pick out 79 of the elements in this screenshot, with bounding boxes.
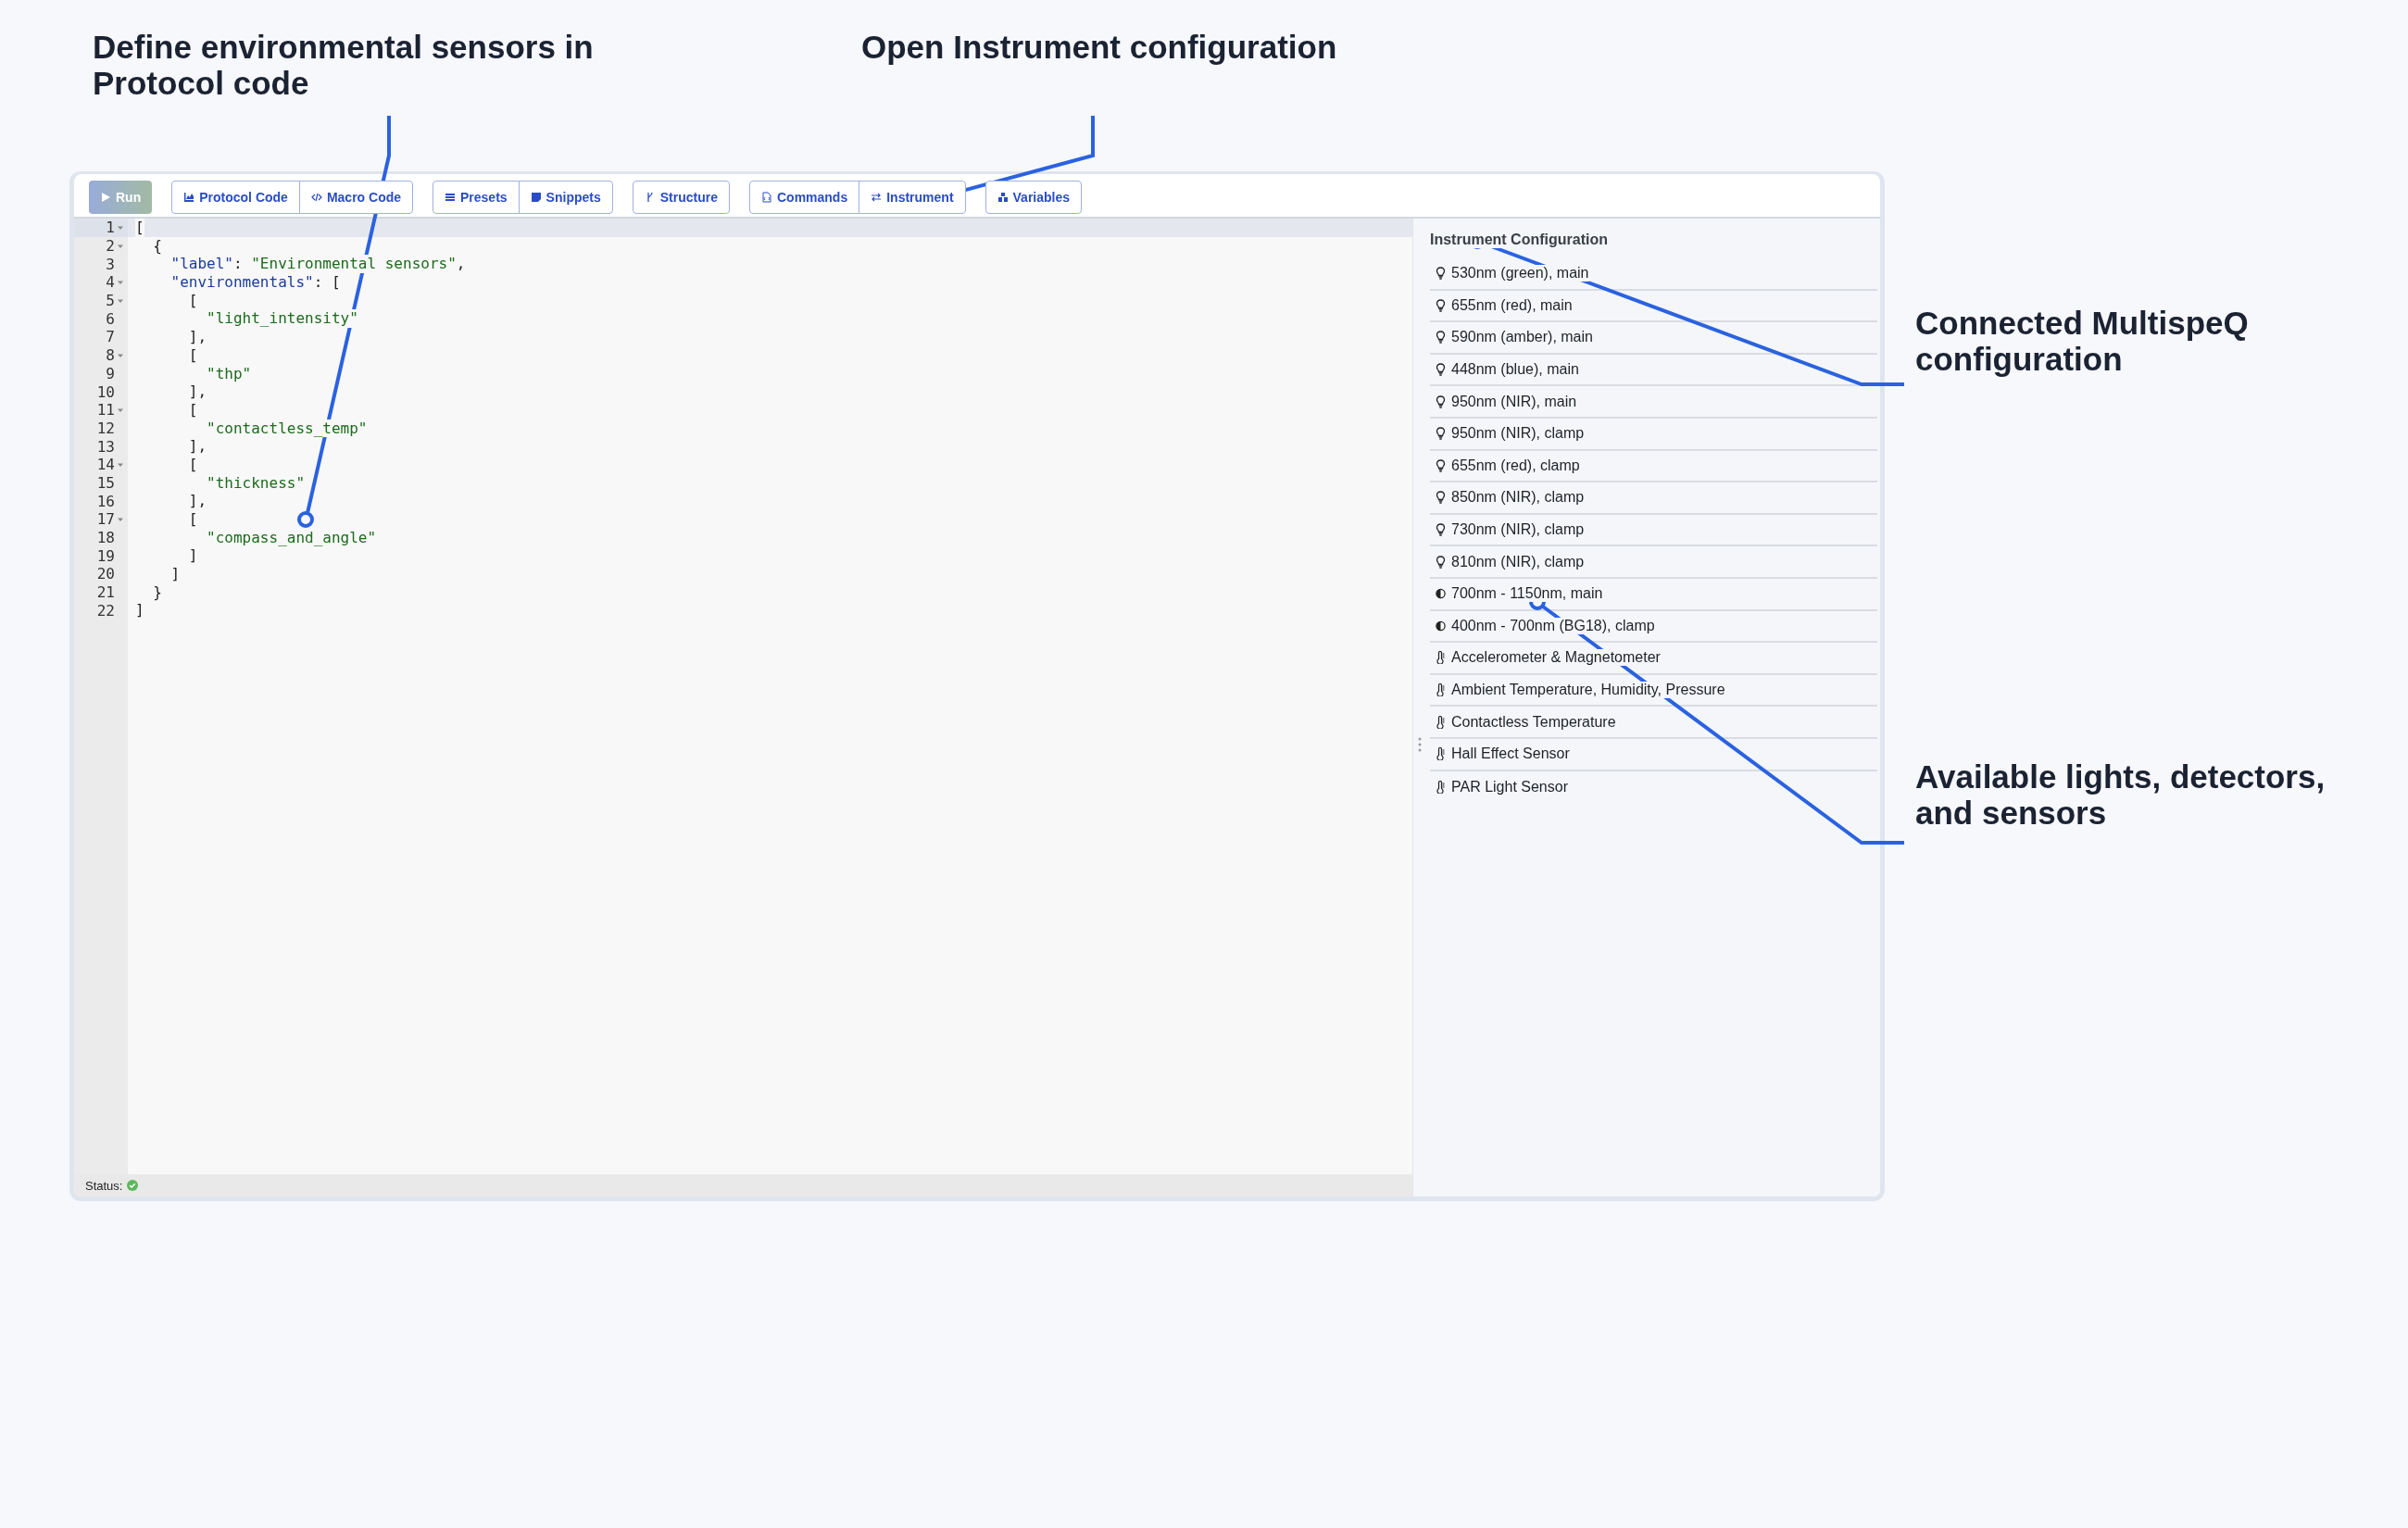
line-number: 7 — [106, 328, 115, 346]
instrument-item[interactable]: 530nm (green), main — [1430, 258, 1877, 291]
thermometer-icon — [1436, 683, 1446, 696]
lightbulb-icon — [1436, 427, 1446, 441]
lightbulb-icon — [1436, 458, 1446, 472]
instrument-item[interactable]: 950nm (NIR), clamp — [1430, 418, 1877, 451]
line-number: 3 — [106, 255, 115, 273]
play-icon — [100, 192, 111, 203]
instrument-item[interactable]: 448nm (blue), main — [1430, 354, 1877, 387]
line-number: 2 — [106, 237, 115, 256]
lightbulb-icon — [1436, 267, 1446, 281]
line-number: 10 — [96, 382, 115, 401]
toolbar-button[interactable]: Commands — [748, 181, 860, 214]
toolbar-button[interactable]: Structure — [632, 181, 730, 214]
annotation-text: Define environmental sensors in Protocol code — [93, 30, 595, 101]
chart-icon — [183, 192, 195, 203]
instrument-item[interactable]: 590nm (amber), main — [1430, 322, 1877, 355]
instrument-item[interactable]: PAR Light Sensor — [1430, 770, 1877, 804]
lightbulb-icon — [1436, 331, 1446, 344]
toolbar-button[interactable]: Protocol Code — [171, 181, 300, 214]
code-icon — [310, 192, 322, 203]
line-number: 5 — [106, 292, 115, 310]
instrument-item[interactable]: Hall Effect Sensor — [1430, 738, 1877, 771]
line-number: 18 — [96, 529, 115, 547]
line-number: 8 — [106, 346, 115, 365]
half-circle-icon — [1436, 619, 1446, 632]
line-number: 21 — [96, 583, 115, 602]
line-number: 12 — [96, 419, 115, 437]
thermometer-icon — [1436, 651, 1446, 665]
lightbulb-icon — [1436, 395, 1446, 408]
line-number: 4 — [106, 273, 115, 292]
line-number: 17 — [96, 510, 115, 529]
lightbulb-icon — [1436, 491, 1446, 505]
note-icon — [530, 192, 542, 203]
instrument-item[interactable]: 655nm (red), clamp — [1430, 450, 1877, 483]
thermometer-icon — [1436, 715, 1446, 729]
annotation-text: Open Instrument configuration — [861, 30, 1338, 66]
list-icon — [445, 192, 456, 203]
instrument-item[interactable]: 810nm (NIR), clamp — [1430, 546, 1877, 579]
line-number: 20 — [96, 565, 115, 583]
instrument-item[interactable]: 655nm (red), main — [1430, 290, 1877, 323]
line-number: 14 — [96, 456, 115, 474]
lightbulb-icon — [1436, 555, 1446, 569]
instrument-item[interactable]: Accelerometer & Magnetometer — [1430, 643, 1877, 675]
half-circle-icon — [1436, 587, 1446, 601]
annotation-text: Available lights, detectors, and sensors — [1915, 759, 2326, 831]
line-number: 11 — [96, 401, 115, 420]
instrument-item[interactable]: 700nm - 1150nm, main — [1430, 578, 1877, 611]
lightbulb-icon — [1436, 298, 1446, 312]
cubes-icon — [997, 192, 1009, 203]
status-label: Status: — [85, 1178, 123, 1193]
panel-title: Instrument Configuration — [1430, 232, 1608, 248]
instrument-item[interactable]: 730nm (NIR), clamp — [1430, 514, 1877, 547]
instrument-item[interactable]: 950nm (NIR), main — [1430, 386, 1877, 419]
line-number: 16 — [96, 492, 115, 510]
resize-handle-icon[interactable] — [1418, 737, 1422, 752]
thermometer-icon — [1436, 780, 1446, 794]
instrument-item[interactable]: Ambient Temperature, Humidity, Pressure — [1430, 674, 1877, 708]
annotation-text: Connected MultispeQ configuration — [1915, 306, 2250, 377]
instrument-item[interactable]: 850nm (NIR), clamp — [1430, 482, 1877, 515]
thermometer-icon — [1436, 747, 1446, 761]
instrument-item[interactable]: 400nm - 700nm (BG18), clamp — [1430, 610, 1877, 644]
swap-arrows-icon — [871, 192, 883, 203]
line-number: 22 — [96, 601, 115, 620]
line-number: 9 — [106, 364, 115, 382]
lightbulb-icon — [1436, 363, 1446, 377]
line-number: 1 — [106, 219, 115, 237]
line-number: 6 — [106, 309, 115, 328]
document-icon — [760, 192, 772, 203]
line-number: 13 — [96, 437, 115, 456]
toolbar-button[interactable]: Presets — [433, 181, 520, 214]
toolbar-button[interactable]: Variables — [985, 181, 1083, 214]
toolbar-button[interactable]: Snippets — [518, 181, 613, 214]
toolbar-button[interactable]: Macro Code — [298, 181, 413, 214]
line-number: 19 — [96, 546, 115, 565]
lightbulb-icon — [1436, 523, 1446, 537]
line-number: 15 — [96, 473, 115, 492]
instrument-item[interactable]: Contactless Temperature — [1430, 707, 1877, 739]
toolbar-button[interactable]: Instrument — [859, 181, 966, 214]
